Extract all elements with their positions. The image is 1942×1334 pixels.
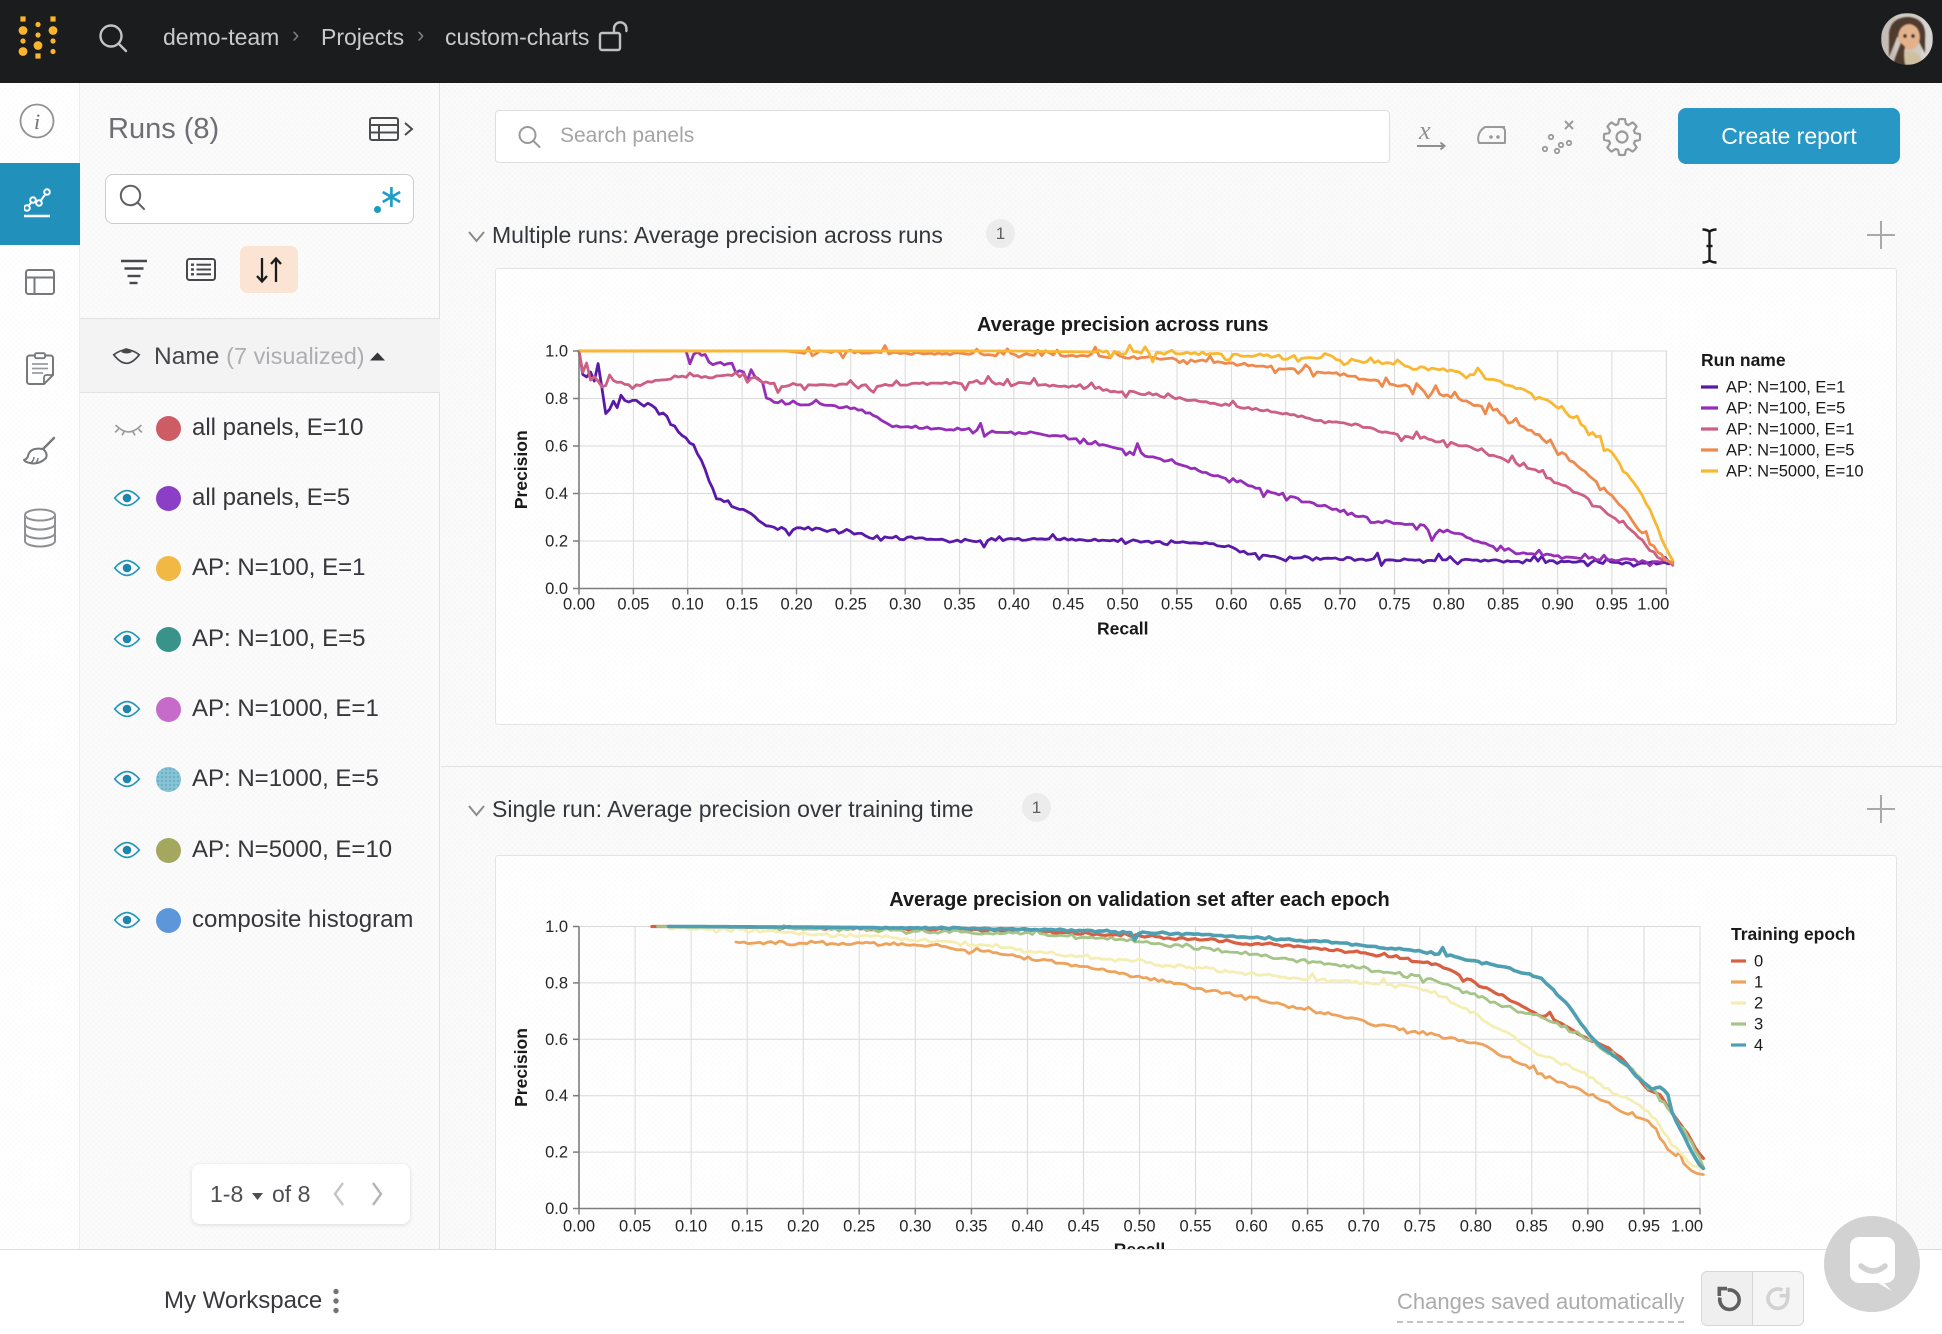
svg-text:0.90: 0.90 [1572, 1218, 1604, 1236]
svg-text:0.20: 0.20 [787, 1218, 819, 1236]
svg-text:1.00: 1.00 [1637, 596, 1669, 614]
svg-text:Precision: Precision [511, 1028, 531, 1107]
svg-text:0.2: 0.2 [545, 1144, 568, 1162]
svg-text:0.50: 0.50 [1107, 596, 1139, 614]
svg-text:0.4: 0.4 [545, 1087, 568, 1105]
svg-text:0.25: 0.25 [835, 596, 867, 614]
svg-text:AP: N=100, E=1: AP: N=100, E=1 [1726, 379, 1845, 397]
svg-text:0.75: 0.75 [1378, 596, 1410, 614]
svg-text:0.30: 0.30 [899, 1218, 931, 1236]
svg-text:Average precision across runs: Average precision across runs [977, 314, 1269, 336]
svg-text:1.0: 1.0 [545, 343, 568, 361]
svg-text:0.00: 0.00 [563, 1218, 595, 1236]
svg-text:0.55: 0.55 [1161, 596, 1193, 614]
svg-text:i: i [34, 109, 40, 134]
svg-text:Run name: Run name [1701, 350, 1786, 370]
svg-text:0.2: 0.2 [545, 533, 568, 551]
svg-text:0.6: 0.6 [545, 438, 568, 456]
svg-text:0.45: 0.45 [1067, 1218, 1099, 1236]
svg-text:3: 3 [1754, 1016, 1763, 1034]
svg-text:0.35: 0.35 [955, 1218, 987, 1236]
svg-text:0.8: 0.8 [545, 390, 568, 408]
svg-text:0.65: 0.65 [1292, 1218, 1324, 1236]
svg-text:1: 1 [1754, 974, 1763, 992]
svg-text:1.0: 1.0 [545, 918, 568, 936]
svg-text:0.70: 0.70 [1348, 1218, 1380, 1236]
svg-text:0.0: 0.0 [545, 1200, 568, 1218]
svg-text:0.40: 0.40 [998, 596, 1030, 614]
svg-text:0.6: 0.6 [545, 1031, 568, 1049]
svg-text:AP: N=100, E=5: AP: N=100, E=5 [1726, 400, 1845, 418]
svg-text:2: 2 [1754, 995, 1763, 1013]
svg-text:0.45: 0.45 [1052, 596, 1084, 614]
svg-text:0.80: 0.80 [1460, 1218, 1492, 1236]
svg-text:0.60: 0.60 [1236, 1218, 1268, 1236]
svg-text:0.70: 0.70 [1324, 596, 1356, 614]
svg-text:0.10: 0.10 [675, 1218, 707, 1236]
svg-text:0.35: 0.35 [944, 596, 976, 614]
svg-text:0.15: 0.15 [726, 596, 758, 614]
svg-text:0.40: 0.40 [1011, 1218, 1043, 1236]
svg-text:4: 4 [1754, 1037, 1763, 1055]
svg-text:Recall: Recall [1097, 619, 1149, 639]
svg-text:AP: N=1000, E=1: AP: N=1000, E=1 [1726, 421, 1854, 439]
svg-text:0.95: 0.95 [1596, 596, 1628, 614]
svg-text:0.55: 0.55 [1179, 1218, 1211, 1236]
svg-text:0.30: 0.30 [889, 596, 921, 614]
svg-text:0.25: 0.25 [843, 1218, 875, 1236]
svg-text:0.95: 0.95 [1628, 1218, 1660, 1236]
svg-text:0.05: 0.05 [617, 596, 649, 614]
svg-text:0.75: 0.75 [1404, 1218, 1436, 1236]
svg-text:Training epoch: Training epoch [1731, 924, 1855, 944]
svg-text:AP: N=5000, E=10: AP: N=5000, E=10 [1726, 463, 1864, 481]
svg-text:0.85: 0.85 [1487, 596, 1519, 614]
svg-text:0.15: 0.15 [731, 1218, 763, 1236]
svg-text:0.50: 0.50 [1123, 1218, 1155, 1236]
svg-text:0.65: 0.65 [1270, 596, 1302, 614]
svg-text:0.85: 0.85 [1516, 1218, 1548, 1236]
svg-text:0: 0 [1754, 953, 1763, 971]
svg-text:x: x [1418, 119, 1431, 145]
svg-text:0.90: 0.90 [1542, 596, 1574, 614]
svg-text:1.00: 1.00 [1671, 1218, 1703, 1236]
svg-text:AP: N=1000, E=5: AP: N=1000, E=5 [1726, 442, 1854, 460]
svg-text:Precision: Precision [511, 430, 531, 509]
svg-text:0.80: 0.80 [1433, 596, 1465, 614]
svg-text:0.10: 0.10 [672, 596, 704, 614]
svg-text:0.60: 0.60 [1215, 596, 1247, 614]
svg-text:0.8: 0.8 [545, 974, 568, 992]
svg-text:0.4: 0.4 [545, 485, 568, 503]
svg-text:0.0: 0.0 [545, 580, 568, 598]
svg-text:0.05: 0.05 [619, 1218, 651, 1236]
svg-text:Average precision on validatio: Average precision on validation set afte… [889, 889, 1390, 911]
svg-text:0.00: 0.00 [563, 596, 595, 614]
svg-text:0.20: 0.20 [780, 596, 812, 614]
